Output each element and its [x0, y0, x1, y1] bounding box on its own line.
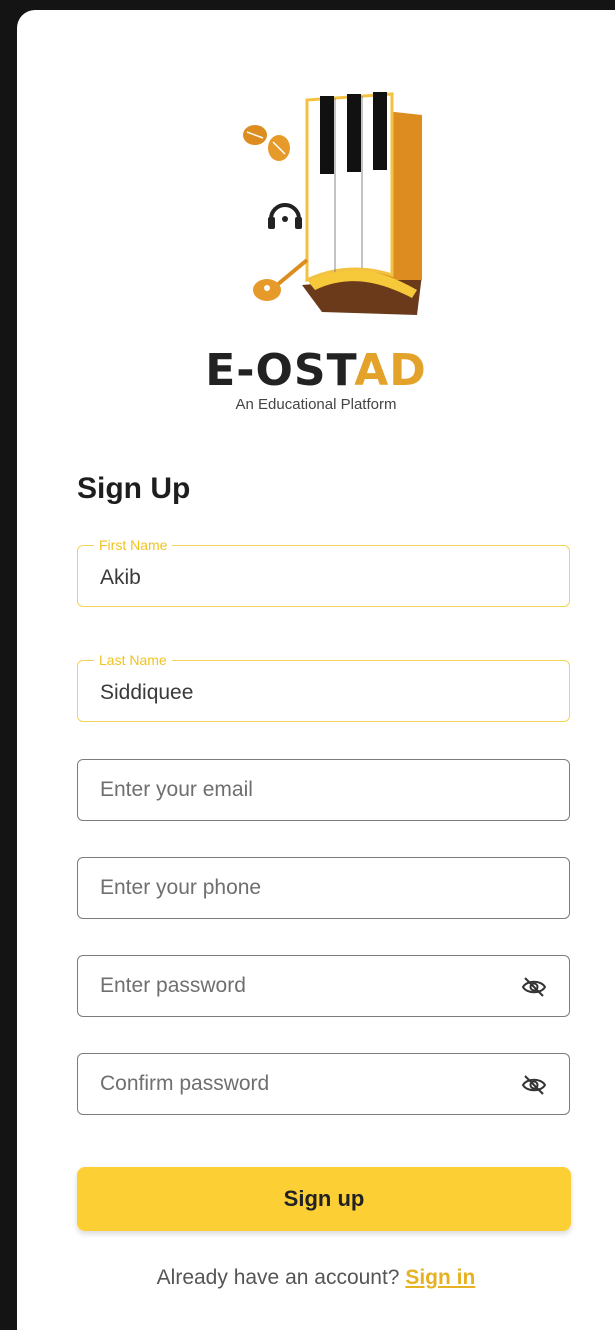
logo-illustration [243, 92, 422, 315]
brand-name-accent: AD [354, 345, 427, 396]
eye-off-icon[interactable] [521, 975, 547, 999]
drum-icon [243, 125, 290, 161]
sign-in-prompt: Already have an account? Sign in [17, 1266, 615, 1290]
last-name-input[interactable] [100, 671, 520, 715]
sign-up-button[interactable]: Sign up [77, 1167, 571, 1231]
phone-input[interactable] [100, 858, 520, 918]
brand-name: E-OSTAD [17, 345, 615, 396]
app-logo [207, 80, 447, 350]
eye-off-icon[interactable] [521, 1073, 547, 1097]
email-input[interactable] [100, 760, 520, 820]
confirm-password-field [77, 1053, 570, 1115]
sign-in-prompt-text: Already have an account? [156, 1266, 406, 1289]
signup-screen: E-OSTAD An Educational Platform Sign Up … [17, 10, 615, 1330]
brand-tagline: An Educational Platform [235, 396, 397, 413]
first-name-field: First Name [77, 537, 570, 607]
brand-name-prefix: E-OST [205, 345, 355, 396]
confirm-password-input[interactable] [100, 1054, 520, 1114]
password-input[interactable] [100, 956, 520, 1016]
guitar-icon [253, 258, 309, 301]
password-field [77, 955, 570, 1017]
email-field [77, 759, 570, 821]
page-title: Sign Up [77, 472, 191, 505]
sign-in-link[interactable]: Sign in [405, 1266, 475, 1289]
first-name-input[interactable] [100, 556, 520, 600]
headphones-icon [268, 203, 302, 229]
last-name-field: Last Name [77, 652, 570, 722]
phone-field [77, 857, 570, 919]
first-name-label: First Name [94, 537, 173, 553]
last-name-label: Last Name [94, 652, 172, 668]
